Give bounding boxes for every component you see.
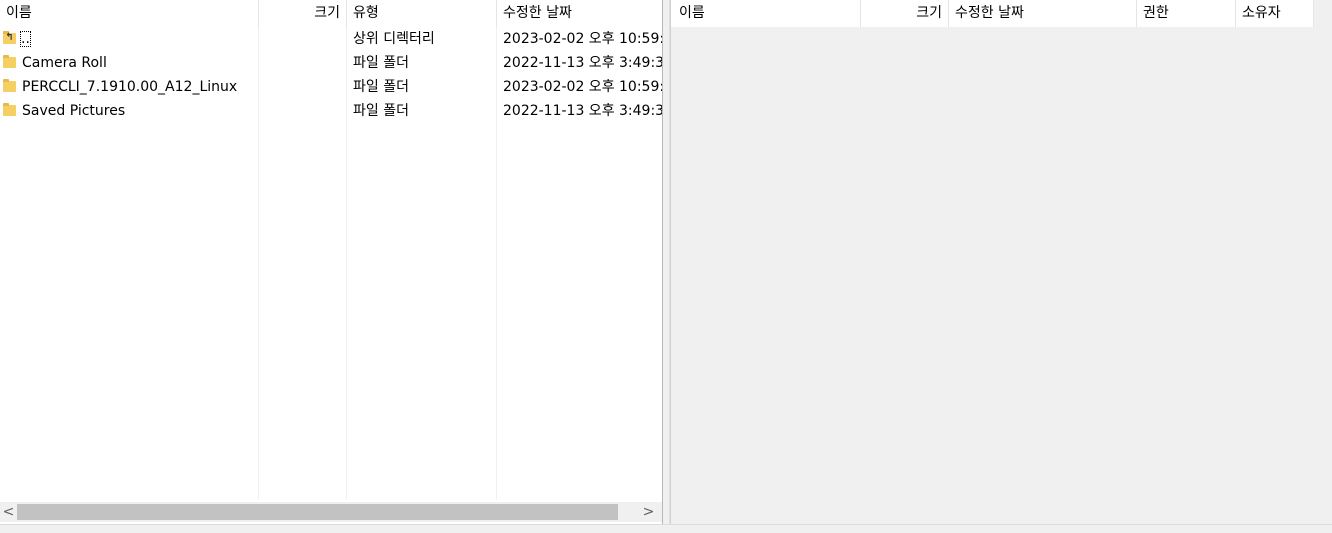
file-type: 파일 폴더 <box>353 55 409 71</box>
sort-ascending-icon: ^ <box>761 0 771 8</box>
column-header-owner[interactable]: 소유자 <box>1236 0 1314 27</box>
sort-ascending-icon: ^ <box>121 0 131 8</box>
column-header-modified[interactable]: 수정한 날짜 <box>497 0 662 27</box>
file-row[interactable]: Camera Roll 파일 폴더 2022-11-13 오후 3:49:3 <box>0 51 662 75</box>
column-header-modified-label: 수정한 날짜 <box>955 5 1024 21</box>
column-header-modified-label: 수정한 날짜 <box>503 5 572 21</box>
status-strip <box>0 524 1332 533</box>
file-name: Saved Pictures <box>22 103 126 119</box>
local-list-header: 이름 ^ 크기 유형 수정한 날짜 <box>0 0 662 27</box>
file-row[interactable]: Saved Pictures 파일 폴더 2022-11-13 오후 3:49:… <box>0 99 662 123</box>
column-header-owner-label: 소유자 <box>1242 5 1281 21</box>
column-header-size[interactable]: 크기 <box>259 0 346 27</box>
scrollbar-thumb[interactable] <box>17 504 618 520</box>
file-type: 상위 디렉터리 <box>353 31 435 47</box>
file-name: Camera Roll <box>22 55 107 71</box>
file-modified: 2023-02-02 오후 10:59: <box>503 79 662 95</box>
column-header-name-label: 이름 <box>679 5 705 21</box>
column-divider[interactable] <box>1313 0 1314 27</box>
file-name: PERCCLI_7.1910.00_A12_Linux <box>22 79 238 95</box>
horizontal-scrollbar[interactable]: < > <box>0 502 662 522</box>
remote-list-header: 이름 ^ 크기 수정한 날짜 권한 소유자 <box>671 0 1314 27</box>
file-modified: 2022-11-13 오후 3:49:3 <box>503 103 662 119</box>
column-header-modified[interactable]: 수정한 날짜 <box>949 0 1136 27</box>
column-header-permissions-label: 권한 <box>1143 5 1169 21</box>
pane-splitter[interactable] <box>662 0 670 533</box>
folder-icon <box>3 103 16 116</box>
file-modified: 2022-11-13 오후 3:49:3 <box>503 55 662 71</box>
file-row-parent-directory[interactable]: ↰ .. 상위 디렉터리 2023-02-02 오후 10:59: <box>0 27 662 51</box>
file-type: 파일 폴더 <box>353 79 409 95</box>
file-modified: 2023-02-02 오후 10:59: <box>503 31 662 47</box>
scroll-right-icon[interactable]: > <box>640 502 657 522</box>
folder-icon <box>3 55 16 68</box>
file-row[interactable]: PERCCLI_7.1910.00_A12_Linux 파일 폴더 2023-0… <box>0 75 662 99</box>
remote-file-pane: 이름 ^ 크기 수정한 날짜 권한 소유자 <box>670 0 1332 524</box>
parent-dir-icon: ↰ <box>3 31 16 44</box>
column-header-type[interactable]: 유형 <box>347 0 496 27</box>
folder-icon <box>3 79 16 92</box>
file-name: .. <box>20 31 31 47</box>
column-header-permissions[interactable]: 권한 <box>1137 0 1235 27</box>
column-header-size-label: 크기 <box>314 5 340 21</box>
column-header-type-label: 유형 <box>353 5 379 21</box>
scroll-left-icon[interactable]: < <box>0 502 17 522</box>
local-file-pane: 이름 ^ 크기 유형 수정한 날짜 ↰ .. 상위 디렉터리 2023-02-0… <box>0 0 662 524</box>
file-type: 파일 폴더 <box>353 103 409 119</box>
column-header-size-label: 크기 <box>916 5 942 21</box>
column-header-name-label: 이름 <box>6 5 32 21</box>
column-header-size[interactable]: 크기 <box>861 0 948 27</box>
